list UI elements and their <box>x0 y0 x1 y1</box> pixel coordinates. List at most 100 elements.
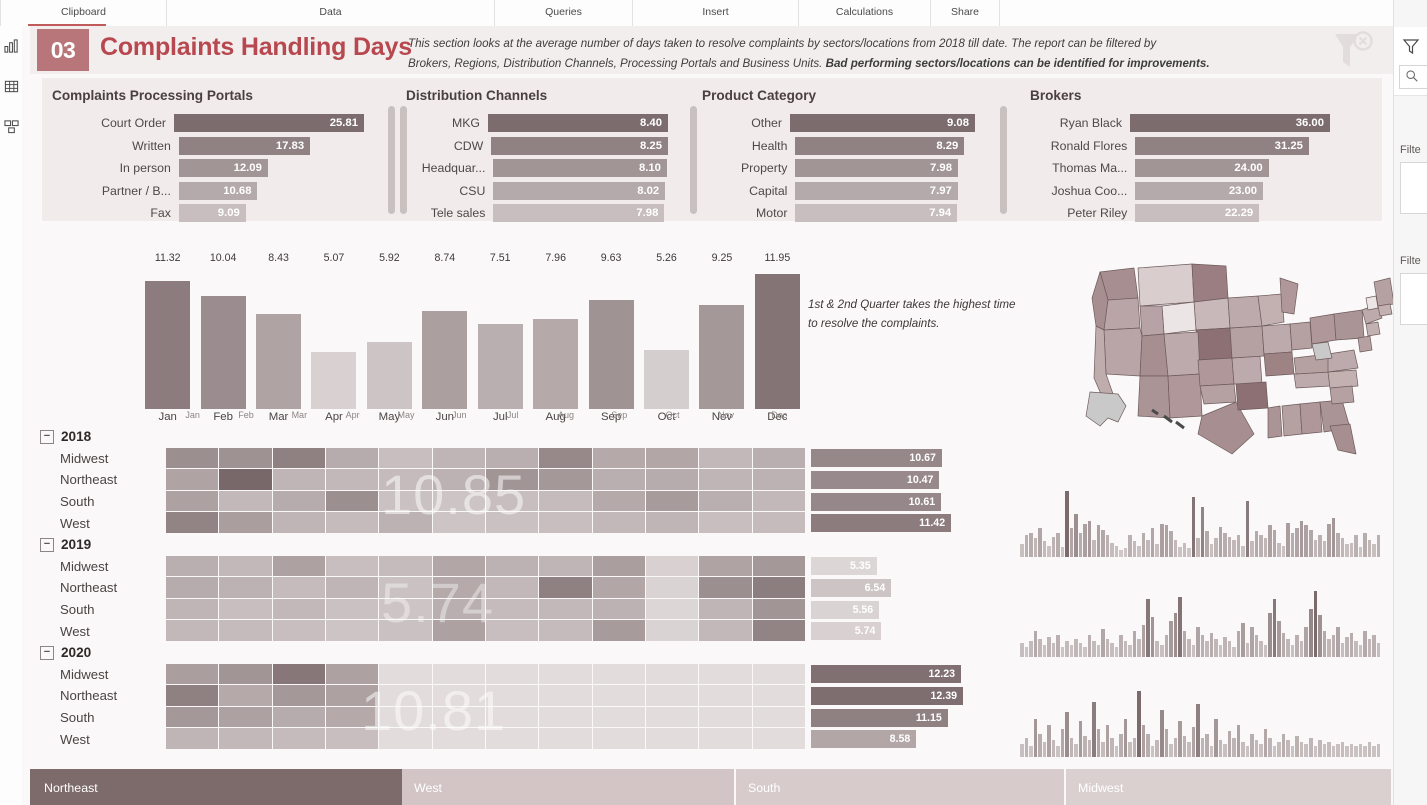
kpi-row[interactable]: CDW 8.25 <box>400 136 668 155</box>
matrix-heat-cell[interactable] <box>539 728 593 750</box>
matrix-heat-cell[interactable] <box>645 469 700 491</box>
matrix-heat-cell[interactable] <box>219 728 273 750</box>
matrix-heat-cell[interactable] <box>539 706 593 729</box>
matrix-heat-cell[interactable] <box>592 469 646 491</box>
matrix-heat-cell[interactable] <box>272 577 326 599</box>
matrix-heat-cell[interactable] <box>432 706 486 729</box>
matrix-heat-cell[interactable] <box>485 706 540 729</box>
matrix-region-row[interactable]: Northeast <box>36 685 166 707</box>
matrix-heat-cell[interactable] <box>539 555 593 578</box>
report-view-icon[interactable] <box>0 26 22 66</box>
matrix-heat-cell[interactable] <box>752 598 806 621</box>
us-choropleth-map[interactable] <box>1022 258 1393 463</box>
matrix-heat-cell[interactable] <box>379 620 433 642</box>
matrix-heat-cell[interactable] <box>325 598 380 621</box>
column-cell[interactable]: 10.04 <box>195 252 250 409</box>
kpi-row[interactable]: MKG 8.40 <box>400 114 668 132</box>
matrix-heat-cell[interactable] <box>166 555 220 578</box>
kpi-row[interactable]: CSU 8.02 <box>400 181 668 200</box>
matrix-total-row[interactable]: 12.39 <box>811 685 971 707</box>
matrix-heat-cell[interactable] <box>645 728 700 750</box>
matrix-region-row[interactable]: Northeast <box>36 469 166 491</box>
ribbon-group-data[interactable]: Data <box>167 0 495 26</box>
matrix-heat-cell[interactable] <box>166 728 220 750</box>
matrix-year-row[interactable]: −2020 <box>36 642 166 664</box>
matrix-region-row[interactable]: Midwest <box>36 448 166 470</box>
matrix-heat-cell[interactable] <box>752 620 806 642</box>
kpi-row[interactable]: Ryan Black 36.00 <box>1030 114 1330 132</box>
matrix-heat-cell[interactable] <box>219 469 273 491</box>
matrix-heat-cell[interactable] <box>272 555 326 578</box>
column-cell[interactable]: 5.92 <box>362 252 417 409</box>
matrix-heat-cell[interactable] <box>485 685 540 707</box>
matrix-total-row[interactable]: 5.74 <box>811 620 971 642</box>
column-cell[interactable]: 7.96 <box>528 252 583 409</box>
matrix-heat-cell[interactable] <box>325 512 380 534</box>
matrix-heat-cell[interactable] <box>752 512 806 534</box>
column-cell[interactable]: 9.25 <box>694 252 749 409</box>
matrix-heat-cell[interactable] <box>699 620 753 642</box>
matrix-heat-cell[interactable] <box>485 512 540 534</box>
region-year-matrix[interactable]: Jan Feb Mar Apr May Jun Jul Aug Sep Oct Nov Dec −20… <box>36 410 963 766</box>
matrix-heat-cell[interactable] <box>432 620 486 642</box>
column-cell[interactable]: 9.63 <box>583 252 638 409</box>
matrix-heat-cell[interactable] <box>432 728 486 750</box>
matrix-heat-cell[interactable] <box>699 728 753 750</box>
matrix-region-row[interactable]: West <box>36 620 166 642</box>
matrix-total-row[interactable]: 5.56 <box>811 599 971 621</box>
matrix-heat-cell[interactable] <box>325 663 380 686</box>
matrix-heat-cell[interactable] <box>272 728 326 750</box>
matrix-heat-cell[interactable] <box>325 555 380 578</box>
filter-funnel-icon[interactable] <box>1402 37 1420 55</box>
kpi-row[interactable]: Headquar... 8.10 <box>400 159 668 177</box>
column-cell[interactable]: 7.51 <box>473 252 528 409</box>
matrix-heat-cell[interactable] <box>166 620 220 642</box>
filter-card-box-1[interactable] <box>1400 162 1427 214</box>
region-slicer[interactable]: Northeast West South Midwest <box>30 769 1393 805</box>
matrix-region-row[interactable]: South <box>36 707 166 729</box>
kpi-row[interactable]: Health 8.29 <box>702 136 975 155</box>
matrix-heat-cell[interactable] <box>592 620 646 642</box>
kpi-scrollbar[interactable] <box>1000 106 1007 214</box>
collapse-icon[interactable]: − <box>40 537 54 552</box>
matrix-heat-cell[interactable] <box>539 469 593 491</box>
matrix-heat-cell[interactable] <box>379 447 433 470</box>
kpi-row[interactable]: Thomas Ma... 24.00 <box>1030 159 1330 177</box>
matrix-heat-cell[interactable] <box>485 620 540 642</box>
matrix-heat-cell[interactable] <box>592 663 646 686</box>
kpi-row[interactable]: Capital 7.97 <box>702 181 975 200</box>
matrix-heat-cell[interactable] <box>325 685 380 707</box>
matrix-heat-cell[interactable] <box>699 663 753 686</box>
model-view-icon[interactable] <box>0 106 22 146</box>
matrix-heat-cell[interactable] <box>432 490 486 513</box>
matrix-heat-cell[interactable] <box>219 663 273 686</box>
matrix-heat-cell[interactable] <box>752 663 806 686</box>
matrix-heat-cell[interactable] <box>219 490 273 513</box>
matrix-heat-cell[interactable] <box>645 620 700 642</box>
matrix-heat-cell[interactable] <box>592 490 646 513</box>
matrix-heat-cell[interactable] <box>645 706 700 729</box>
matrix-heat-cell[interactable] <box>432 469 486 491</box>
matrix-heat-cell[interactable] <box>699 555 753 578</box>
ribbon-group-queries[interactable]: Queries <box>495 0 633 26</box>
matrix-heat-cell[interactable] <box>325 490 380 513</box>
matrix-heat-cell[interactable] <box>272 620 326 642</box>
matrix-heat-cell[interactable] <box>219 620 273 642</box>
matrix-heat-cell[interactable] <box>219 447 273 470</box>
matrix-heat-cell[interactable] <box>325 447 380 470</box>
matrix-heat-cell[interactable] <box>272 469 326 491</box>
matrix-heat-cell[interactable] <box>485 490 540 513</box>
matrix-heat-cell[interactable] <box>752 555 806 578</box>
column-cell[interactable]: 8.43 <box>251 252 306 409</box>
matrix-heat-cell[interactable] <box>485 598 540 621</box>
matrix-heat-cell[interactable] <box>272 512 326 534</box>
matrix-heat-cell[interactable] <box>752 728 806 750</box>
matrix-heat-cell[interactable] <box>592 555 646 578</box>
column-cell[interactable]: 5.07 <box>306 252 361 409</box>
matrix-heat-cell[interactable] <box>166 685 220 707</box>
matrix-heat-cell[interactable] <box>539 512 593 534</box>
filter-card-box-2[interactable] <box>1400 273 1427 325</box>
matrix-heat-cell[interactable] <box>752 577 806 599</box>
matrix-heat-cell[interactable] <box>432 512 486 534</box>
matrix-heat-cell[interactable] <box>219 685 273 707</box>
